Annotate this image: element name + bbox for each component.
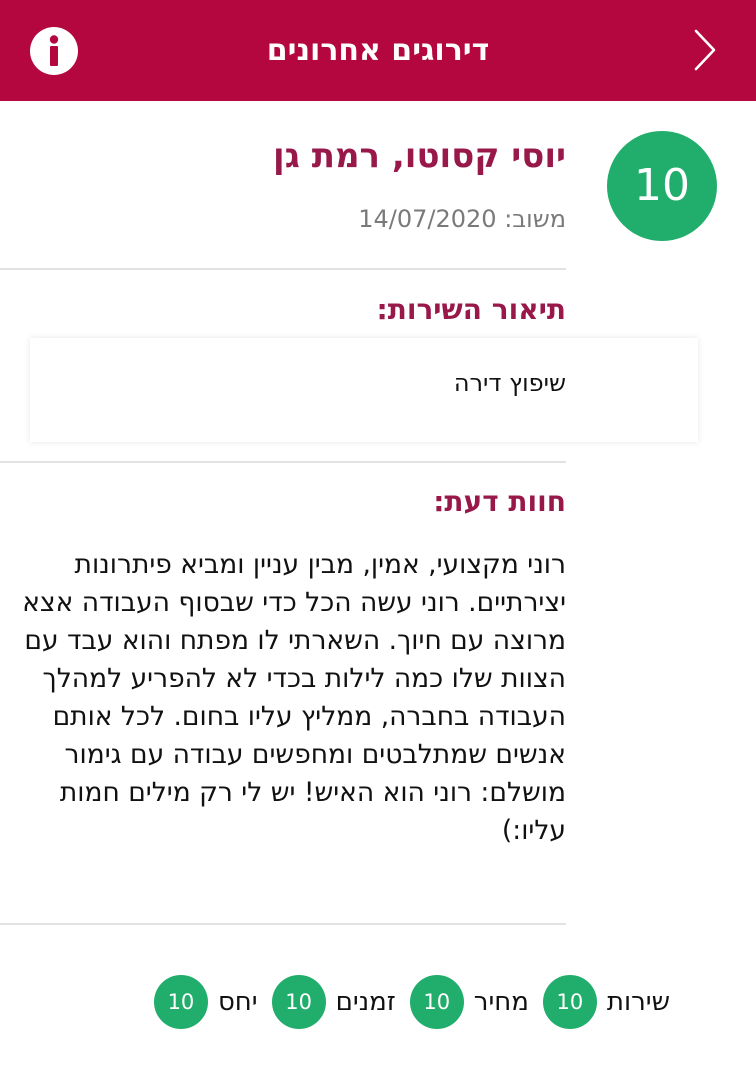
rating-score-badge: 10 xyxy=(271,975,326,1029)
rating-label: זמנים xyxy=(335,987,396,1017)
overall-score-badge: 10 xyxy=(607,131,717,241)
rating-score-badge: 10 xyxy=(542,975,597,1029)
service-description-title: תיאור השירות: xyxy=(376,293,566,326)
info-button[interactable] xyxy=(29,26,79,76)
divider xyxy=(0,268,566,270)
rating-service: שירות 10 xyxy=(542,975,670,1029)
reviewer-name: יוסי קסוטו, רמת גן xyxy=(273,136,566,176)
divider xyxy=(0,461,566,463)
rating-attitude: יחס 10 xyxy=(153,975,258,1029)
opinion-text: רוני מקצועי, אמין, מבין עניין ומביא פיתר… xyxy=(22,549,566,846)
rating-times: זמנים 10 xyxy=(271,975,396,1029)
reply-date: משוב: 14/07/2020 xyxy=(358,205,566,233)
rating-label: מחיר xyxy=(473,987,529,1017)
chevron-right-icon xyxy=(694,29,716,71)
rating-label: שירות xyxy=(606,987,670,1017)
divider xyxy=(0,923,566,925)
page-title: דירוגים אחרונים xyxy=(266,33,490,68)
ratings-row: שירות 10 מחיר 10 זמנים 10 יחס 10 xyxy=(90,972,670,1032)
rating-score-badge: 10 xyxy=(153,975,208,1029)
rating-label: יחס xyxy=(217,987,258,1017)
opinion-title: חוות דעת: xyxy=(433,485,566,518)
rating-score-badge: 10 xyxy=(409,975,464,1029)
service-description-text: שיפוץ דירה xyxy=(453,369,566,397)
info-icon xyxy=(30,27,78,75)
app-header: דירוגים אחרונים xyxy=(0,0,756,101)
rating-price: מחיר 10 xyxy=(409,975,529,1029)
back-button[interactable] xyxy=(683,26,727,74)
